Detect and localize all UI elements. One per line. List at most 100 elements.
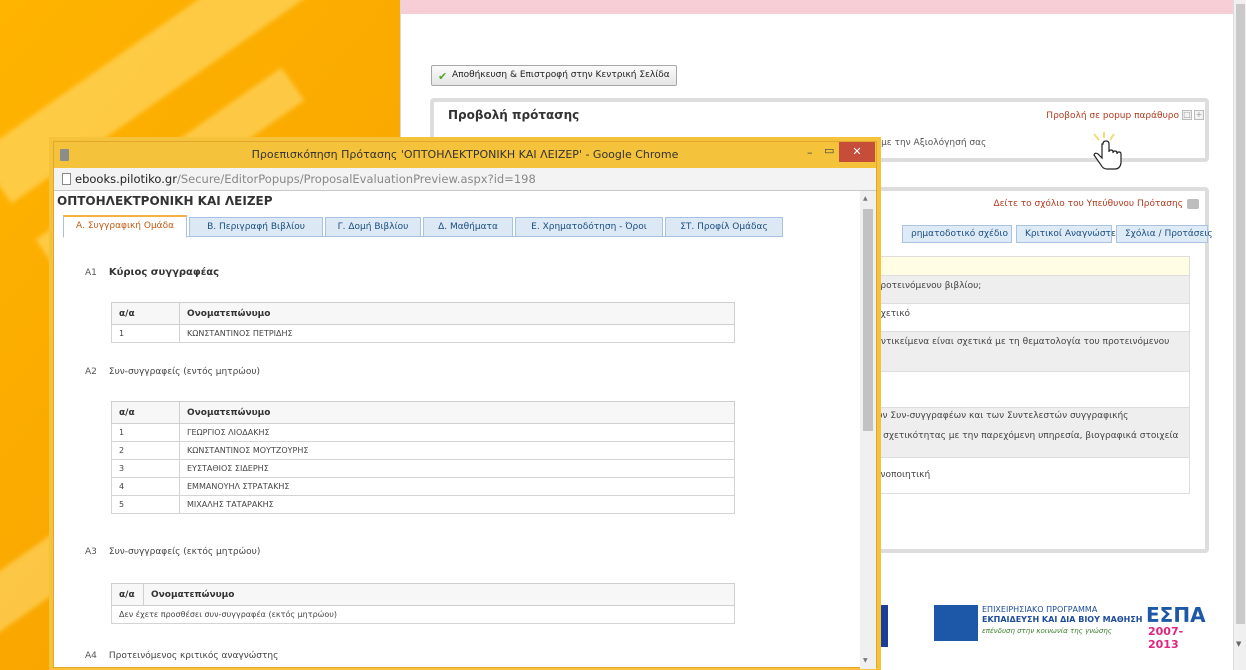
close-icon[interactable]: ✕ xyxy=(839,142,875,162)
cell-name: ΜΙΧΑΛΗΣ ΤΑΤΑΡΑΚΗΣ xyxy=(179,495,735,514)
panel-title: Προβολή πρότασης xyxy=(448,108,580,122)
tab-financing-terms[interactable]: Ε. Χρηματοδότηση - Όροι xyxy=(515,217,663,237)
section-label: Συν-συγγραφείς (εντός μητρώου) xyxy=(108,367,261,377)
url-path: /Secure/EditorPopups/ProposalEvaluationP… xyxy=(176,172,536,186)
list-item xyxy=(868,372,1190,408)
column-name-header: Ονοματεπώνυμο xyxy=(179,302,735,325)
column-index-header: α/α xyxy=(111,583,144,606)
table-row: 5 ΜΙΧΑΛΗΣ ΤΑΤΑΡΑΚΗΣ xyxy=(111,495,735,514)
header-bar xyxy=(401,0,1234,14)
hand-cursor-icon xyxy=(1093,132,1122,170)
window-titlebar[interactable]: Προεπισκόπηση Πρότασης 'ΟΠΤΟΗΛΕΚΤΡΟΝΙΚΗ … xyxy=(54,142,876,168)
table-row: 4 ΕΜΜΑΝΟΥΗΛ ΣΤΡΑΤΑΚΗΣ xyxy=(111,477,735,496)
program-line2: ΕΚΠΑΙΔΕΥΣΗ ΚΑΙ ΔΙΑ ΒΙΟΥ ΜΑΘΗΣΗ xyxy=(982,615,1143,624)
section-label: Προτεινόμενος κριτικός αναγνώστης xyxy=(108,651,279,661)
tab-courses[interactable]: Δ. Μαθήματα xyxy=(423,217,513,237)
section-label: Συν-συγγραφείς (εκτός μητρώου) xyxy=(108,547,261,557)
section-number: Α4 xyxy=(85,651,97,661)
tab-book-description[interactable]: Β. Περιγραφή Βιβλίου xyxy=(189,217,323,237)
url-domain: ebooks.pilotiko.gr xyxy=(75,172,177,186)
cell-name: ΚΩΝΣΤΑΝΤΙΝΟΣ ΠΕΤΡΙΔΗΣ xyxy=(179,324,735,343)
popup-icon[interactable]: □ xyxy=(1182,110,1192,120)
cell-name: ΓΕΩΡΓΙΟΣ ΛΙΟΔΑΚΗΣ xyxy=(179,423,735,442)
scroll-down-icon[interactable]: ▼ xyxy=(1236,640,1241,648)
cell-name: ΕΥΣΤΑΘΙΟΣ ΣΙΔΕΡΗΣ xyxy=(179,459,735,478)
cell-index: 3 xyxy=(111,459,180,478)
table-row: 2 ΚΩΝΣΤΑΝΤΙΝΟΣ ΜΟΥΤΖΟΥΡΗΣ xyxy=(111,441,735,460)
table-header-row: α/α Ονοματεπώνυμο xyxy=(111,583,735,606)
tab-comments-proposals[interactable]: Σχόλια / Προτάσεις xyxy=(1116,225,1213,243)
sponsor-footer: ΕΠΙΧΕΙΡΗΣΙΑΚΟ ΠΡΟΓΡΑΜΜΑ ΕΚΠΑΙΔΕΥΣΗ ΚΑΙ Δ… xyxy=(868,577,1234,670)
table-row: 3 ΕΥΣΤΑΘΙΟΣ ΣΙΔΕΡΗΣ xyxy=(111,459,735,478)
save-and-return-button[interactable]: ✔ Αποθήκευση & Επιστροφή στην Κεντρική Σ… xyxy=(431,65,677,86)
section-a1: Α1 Κύριος συγγραφέας xyxy=(85,267,219,278)
table-header-row: α/α Ονοματεπώνυμο xyxy=(111,401,735,424)
preview-popup-window: Προεπισκόπηση Πρότασης 'ΟΠΤΟΗΛΕΚΤΡΟΝΙΚΗ … xyxy=(53,141,877,669)
scroll-thumb[interactable] xyxy=(863,209,873,431)
tab-team-profile[interactable]: ΣΤ. Προφίλ Ομάδας xyxy=(665,217,783,237)
column-name-header: Ονοματεπώνυμο xyxy=(179,401,735,424)
expand-icon[interactable]: + xyxy=(1194,110,1204,120)
program-line3: επένδυση στην κοινωνία της γνώσης xyxy=(982,627,1112,635)
proposal-title: ΟΠΤΟΗΛΕΚΤΡΟΝΙΚΗ ΚΑΙ ΛΕΙΖΕΡ xyxy=(57,194,273,208)
section-a2: Α2 Συν-συγγραφείς (εντός μητρώου) xyxy=(85,367,260,377)
tab-book-structure[interactable]: Γ. Δομή Βιβλίου xyxy=(325,217,421,237)
espa-name: ΕΣΠΑ xyxy=(1146,603,1206,627)
popup-scrollbar[interactable]: ▲ ▼ xyxy=(860,191,876,669)
checkmark-icon: ✔ xyxy=(438,70,448,83)
section-number: Α1 xyxy=(85,268,97,278)
program-logo: ΕΠΙΧΕΙΡΗΣΙΑΚΟ ΠΡΟΓΡΑΜΜΑ ΕΚΠΑΙΔΕΥΣΗ ΚΑΙ Δ… xyxy=(934,605,1142,647)
list-item: ς σχετικότητας με την παρεχόμενη υπηρεσί… xyxy=(868,426,1190,458)
column-index-header: α/α xyxy=(111,401,180,424)
program-line1: ΕΠΙΧΕΙΡΗΣΙΑΚΟ ΠΡΟΓΡΑΜΜΑ xyxy=(982,605,1098,614)
popup-content: ΟΠΤΟΗΛΕΚΤΡΟΝΙΚΗ ΚΑΙ ΛΕΙΖΕΡ Α. Συγγραφική… xyxy=(54,191,860,669)
section-a3: Α3 Συν-συγγραφείς (εκτός μητρώου) xyxy=(85,547,260,557)
coauthors-table: α/α Ονοματεπώνυμο 1 ΓΕΩΡΓΙΟΣ ΛΙΟΔΑΚΗΣ 2 ΚΩ… xyxy=(111,401,735,514)
row-highlight xyxy=(868,256,1190,276)
list-item: ονοποιητική xyxy=(868,458,1190,494)
section-number: Α3 xyxy=(85,547,97,557)
scroll-thumb[interactable] xyxy=(1236,4,1245,624)
page-scrollbar[interactable]: ▼ xyxy=(1233,0,1246,670)
table-header-row: α/α Ονοματεπώνυμο xyxy=(111,302,735,325)
cell-index: 4 xyxy=(111,477,180,496)
espa-years: 2007-2013 xyxy=(1148,625,1184,651)
tab-authoring-team[interactable]: Α. Συγγραφική Ομάδα xyxy=(63,215,187,238)
cell-name: ΕΜΜΑΝΟΥΗΛ ΣΤΡΑΤΑΚΗΣ xyxy=(179,477,735,496)
column-index-header: α/α xyxy=(111,302,180,325)
tab-critical-readers[interactable]: Κριτικοί Αναγνώστες xyxy=(1016,225,1121,243)
minimize-icon[interactable]: – xyxy=(807,146,813,159)
page-icon xyxy=(62,173,71,185)
window-title: Προεπισκόπηση Πρότασης 'ΟΠΤΟΗΛΕΚΤΡΟΝΙΚΗ … xyxy=(251,148,679,161)
list-item: προτεινόμενου βιβλίου; xyxy=(868,276,1190,304)
table-row: 1 ΚΩΝΣΤΑΝΤΙΝΟΣ ΠΕΤΡΙΔΗΣ xyxy=(111,324,735,343)
empty-message: Δεν έχετε προσθέσει συν-συγγραφέα (εκτός… xyxy=(111,605,735,624)
list-item: αντικείμενα είναι σχετικά με τη θεματολο… xyxy=(868,332,1190,372)
section-a4: Α4 Προτεινόμενος κριτικός αναγνώστης xyxy=(85,651,278,661)
table-row: Δεν έχετε προσθέσει συν-συγγραφέα (εκτός… xyxy=(111,605,735,624)
cell-index: 2 xyxy=(111,441,180,460)
table-row: 1 ΓΕΩΡΓΙΟΣ ΛΙΟΔΑΚΗΣ xyxy=(111,423,735,442)
cell-index: 5 xyxy=(111,495,180,514)
scroll-up-icon[interactable]: ▲ xyxy=(863,195,868,202)
cell-name: ΚΩΝΣΤΑΝΤΙΝΟΣ ΜΟΥΤΖΟΥΡΗΣ xyxy=(179,441,735,460)
url-text: ebooks.pilotiko.gr/Secure/EditorPopups/P… xyxy=(75,172,536,186)
section-label: Κύριος συγγραφέας xyxy=(108,267,220,278)
responsible-comment-link[interactable]: Δείτε το σχόλιο του Υπεύθυνου Πρότασης xyxy=(994,199,1183,209)
list-item: ων Συν-συγγραφέων και των Συντελεστών συ… xyxy=(868,408,1190,426)
main-author-table: α/α Ονοματεπώνυμο 1 ΚΩΝΣΤΑΝΤΙΝΟΣ ΠΕΤΡΙΔΗΣ xyxy=(111,302,735,343)
espa-logo: ΕΣΠΑ 2007-2013 xyxy=(1126,603,1206,651)
tab-financing-plan[interactable]: ρηματοδοτικό σχέδιο xyxy=(902,225,1012,243)
save-button-label: Αποθήκευση & Επιστροφή στην Κεντρική Σελ… xyxy=(452,70,670,80)
external-coauthors-table: α/α Ονοματεπώνυμο Δεν έχετε προσθέσει συ… xyxy=(111,583,735,624)
address-bar[interactable]: ebooks.pilotiko.gr/Secure/EditorPopups/P… xyxy=(54,168,876,191)
popup-window-link[interactable]: Προβολή σε popup παράθυρο xyxy=(1046,111,1179,121)
list-item: σχετικό xyxy=(868,304,1190,332)
column-name-header: Ονοματεπώνυμο xyxy=(143,583,735,606)
maximize-icon[interactable]: ▭ xyxy=(824,144,834,157)
cell-index: 1 xyxy=(111,324,180,343)
comment-icon[interactable] xyxy=(1187,199,1199,209)
scroll-down-icon[interactable]: ▼ xyxy=(863,657,868,664)
section-number: Α2 xyxy=(85,367,97,377)
book-icon xyxy=(934,605,978,641)
